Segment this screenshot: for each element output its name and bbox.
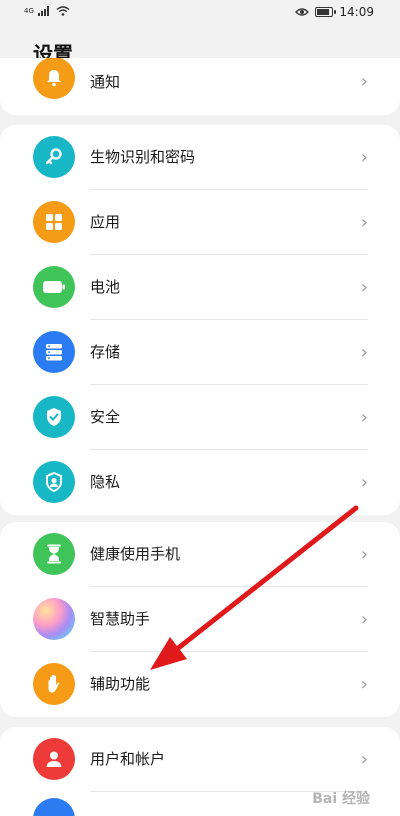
settings-item-label: 电池 (90, 278, 121, 296)
settings-item-apps[interactable]: 应用 › (0, 190, 400, 255)
chevron-right-icon: › (360, 472, 368, 493)
settings-item-label: 存储 (90, 343, 121, 361)
hand-icon (33, 663, 75, 705)
chevron-right-icon: › (360, 674, 368, 695)
user-icon (33, 738, 75, 780)
settings-item-battery[interactable]: 电池 › (0, 255, 400, 320)
chevron-right-icon: › (360, 71, 368, 92)
hourglass-icon (33, 533, 75, 575)
watermark: Bai 经验 (312, 791, 370, 807)
chevron-right-icon: › (360, 277, 368, 298)
battery-status-icon (315, 7, 337, 17)
settings-item-label: 辅助功能 (90, 675, 151, 693)
bell-icon (33, 58, 75, 99)
shield-check-icon (33, 396, 75, 438)
settings-item-label: 隐私 (90, 473, 121, 491)
settings-group-2: 生物识别和密码 › 应用 › 电池 › 存储 › 安全 › 隐私 › (0, 125, 400, 515)
chevron-right-icon: › (360, 342, 368, 363)
signal-icon (37, 6, 49, 16)
status-left: 4G (24, 6, 70, 16)
settings-item-biometrics[interactable]: 生物识别和密码 › (0, 125, 400, 190)
settings-group-3: 健康使用手机 › 智慧助手 › 辅助功能 › (0, 522, 400, 717)
status-right: 14:09 (295, 5, 374, 19)
chevron-right-icon: › (360, 147, 368, 168)
settings-item-label: 通知 (90, 73, 121, 91)
settings-item-digital-balance[interactable]: 健康使用手机 › (0, 522, 400, 587)
settings-item-accessibility[interactable]: 辅助功能 › (0, 652, 400, 717)
eye-icon (295, 8, 310, 16)
key-icon (33, 136, 75, 178)
storage-icon (33, 331, 75, 373)
assistant-icon (33, 598, 75, 640)
apps-grid-icon (33, 201, 75, 243)
settings-item-privacy[interactable]: 隐私 › (0, 450, 400, 515)
settings-item-label: 智慧助手 (90, 610, 151, 628)
chevron-right-icon: › (360, 544, 368, 565)
chevron-right-icon: › (360, 407, 368, 428)
battery-icon (33, 266, 75, 308)
settings-group-1: 通知 › (0, 58, 400, 115)
settings-item-security[interactable]: 安全 › (0, 385, 400, 450)
settings-item-notifications[interactable]: 通知 › (0, 58, 400, 115)
status-bar: 4G 14:09 (0, 0, 400, 28)
privacy-icon (33, 461, 75, 503)
chevron-right-icon: › (360, 749, 368, 770)
settings-item-label: 安全 (90, 408, 121, 426)
settings-item-smart-assistant[interactable]: 智慧助手 › (0, 587, 400, 652)
chevron-right-icon: › (360, 609, 368, 630)
settings-item-label: 应用 (90, 213, 121, 231)
settings-item-icon (33, 798, 75, 816)
chevron-right-icon: › (360, 212, 368, 233)
settings-item-label: 健康使用手机 (90, 545, 181, 563)
settings-item-label: 用户和帐户 (90, 750, 166, 768)
settings-item-label: 生物识别和密码 (90, 148, 196, 166)
settings-item-users-accounts[interactable]: 用户和帐户 › (0, 727, 400, 792)
settings-item-storage[interactable]: 存储 › (0, 320, 400, 385)
clock: 14:09 (339, 5, 374, 19)
network-type: 4G (24, 7, 34, 15)
wifi-icon (56, 6, 70, 16)
